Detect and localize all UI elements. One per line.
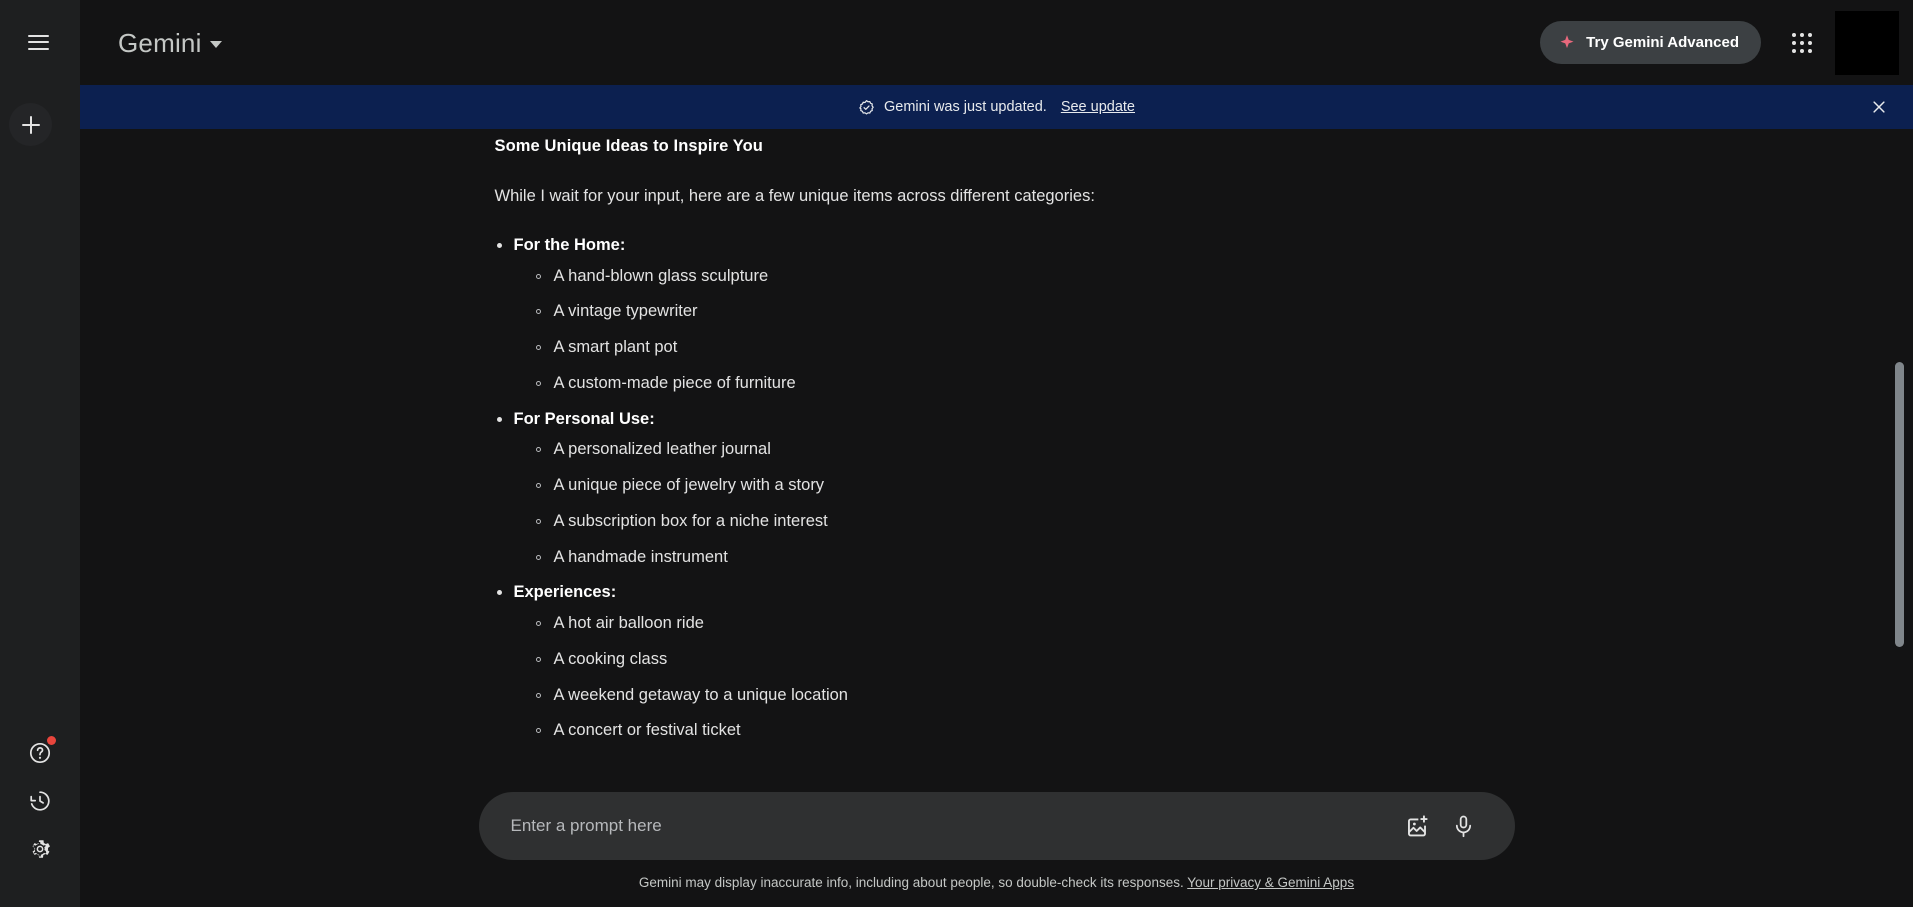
category-items: A hot air balloon ride A cooking class A… bbox=[514, 611, 1527, 743]
list-item: A handmade instrument bbox=[535, 545, 1527, 570]
settings-gear-icon bbox=[32, 840, 50, 858]
hamburger-menu-icon bbox=[27, 34, 49, 50]
list-item: A hot air balloon ride bbox=[535, 611, 1527, 636]
voice-input-button[interactable] bbox=[1441, 803, 1487, 849]
user-avatar-image bbox=[1835, 10, 1899, 75]
category-title: Experiences: bbox=[513, 583, 617, 602]
list-item: A subscription box for a niche interest bbox=[535, 509, 1527, 534]
prompt-composer[interactable] bbox=[478, 792, 1515, 860]
list-item: A smart plant pot bbox=[535, 335, 1527, 360]
list-item: A personalized leather journal bbox=[535, 437, 1527, 462]
app-title: Gemini bbox=[118, 27, 202, 58]
top-app-bar: Gemini Try Gemini Advanced bbox=[80, 0, 1913, 85]
model-response: Some Unique Ideas to Inspire You While I… bbox=[467, 129, 1527, 743]
category-items: A hand-blown glass sculpture A vintage t… bbox=[514, 264, 1527, 396]
new-release-badge-icon bbox=[859, 99, 874, 115]
avatar[interactable] bbox=[1835, 10, 1899, 75]
settings-button[interactable] bbox=[18, 827, 62, 871]
list-item: A concert or festival ticket bbox=[535, 718, 1527, 743]
left-navigation-rail bbox=[0, 0, 80, 907]
update-banner-text: Gemini was just updated. bbox=[884, 99, 1047, 115]
list-item: A custom-made piece of furniture bbox=[535, 371, 1527, 396]
category-items: A personalized leather journal A unique … bbox=[514, 437, 1527, 569]
prompt-input[interactable] bbox=[510, 816, 1395, 836]
composer-area: Gemini may display inaccurate info, incl… bbox=[80, 779, 1913, 907]
add-image-icon bbox=[1408, 814, 1428, 836]
category-title: For the Home: bbox=[513, 235, 626, 254]
list-item: A cooking class bbox=[535, 647, 1527, 672]
list-item: For the Home: A hand-blown glass sculptu… bbox=[495, 233, 1527, 396]
disclaimer-label: Gemini may display inaccurate info, incl… bbox=[638, 875, 1184, 890]
response-intro-paragraph: While I wait for your input, here are a … bbox=[494, 187, 1095, 205]
close-icon bbox=[1873, 101, 1885, 113]
list-item: A hand-blown glass sculpture bbox=[535, 264, 1527, 289]
update-banner-content: Gemini was just updated. See update bbox=[858, 99, 1135, 116]
idea-category-list: For the Home: A hand-blown glass sculptu… bbox=[495, 233, 1527, 743]
see-update-link[interactable]: See update bbox=[1061, 99, 1135, 115]
model-selector[interactable]: Gemini bbox=[110, 24, 232, 62]
new-chat-button[interactable] bbox=[9, 103, 52, 146]
main-menu-button[interactable] bbox=[14, 18, 62, 66]
activity-history-button[interactable] bbox=[18, 779, 62, 823]
activity-history-icon bbox=[30, 791, 50, 811]
chevron-down-icon bbox=[209, 40, 222, 48]
add-image-button[interactable] bbox=[1395, 803, 1441, 849]
category-title: For Personal Use: bbox=[513, 409, 655, 428]
help-question-icon bbox=[29, 742, 51, 764]
rail-bottom-group bbox=[0, 731, 80, 875]
disclaimer-text: Gemini may display inaccurate info, incl… bbox=[639, 875, 1354, 890]
top-bar-actions: Try Gemini Advanced bbox=[1540, 10, 1913, 75]
gemini-app-window: Gemini Try Gemini Advanced Gemini was ju… bbox=[0, 0, 1913, 907]
help-notification-dot bbox=[47, 736, 56, 745]
response-heading: Some Unique Ideas to Inspire You bbox=[494, 137, 763, 155]
conversation-scroll-area[interactable]: Some Unique Ideas to Inspire You While I… bbox=[80, 129, 1913, 779]
try-gemini-advanced-button[interactable]: Try Gemini Advanced bbox=[1540, 21, 1761, 64]
update-banner: Gemini was just updated. See update bbox=[80, 85, 1913, 129]
sparkle-icon bbox=[1560, 34, 1574, 48]
help-button[interactable] bbox=[18, 731, 62, 775]
list-item: Experiences: A hot air balloon ride A co… bbox=[495, 580, 1527, 743]
list-item: A vintage typewriter bbox=[535, 299, 1527, 324]
google-apps-grid-icon bbox=[1792, 32, 1812, 53]
list-item: A weekend getaway to a unique location bbox=[535, 683, 1527, 708]
microphone-icon bbox=[1455, 815, 1472, 837]
privacy-link[interactable]: Your privacy & Gemini Apps bbox=[1187, 875, 1354, 890]
list-item: For Personal Use: A personalized leather… bbox=[495, 407, 1527, 570]
try-gemini-advanced-label: Try Gemini Advanced bbox=[1586, 34, 1739, 51]
close-banner-button[interactable] bbox=[1861, 89, 1897, 125]
list-item: A unique piece of jewelry with a story bbox=[535, 473, 1527, 498]
scrollbar-thumb[interactable] bbox=[1895, 362, 1904, 647]
google-apps-button[interactable] bbox=[1777, 18, 1827, 68]
plus-icon bbox=[21, 115, 40, 134]
